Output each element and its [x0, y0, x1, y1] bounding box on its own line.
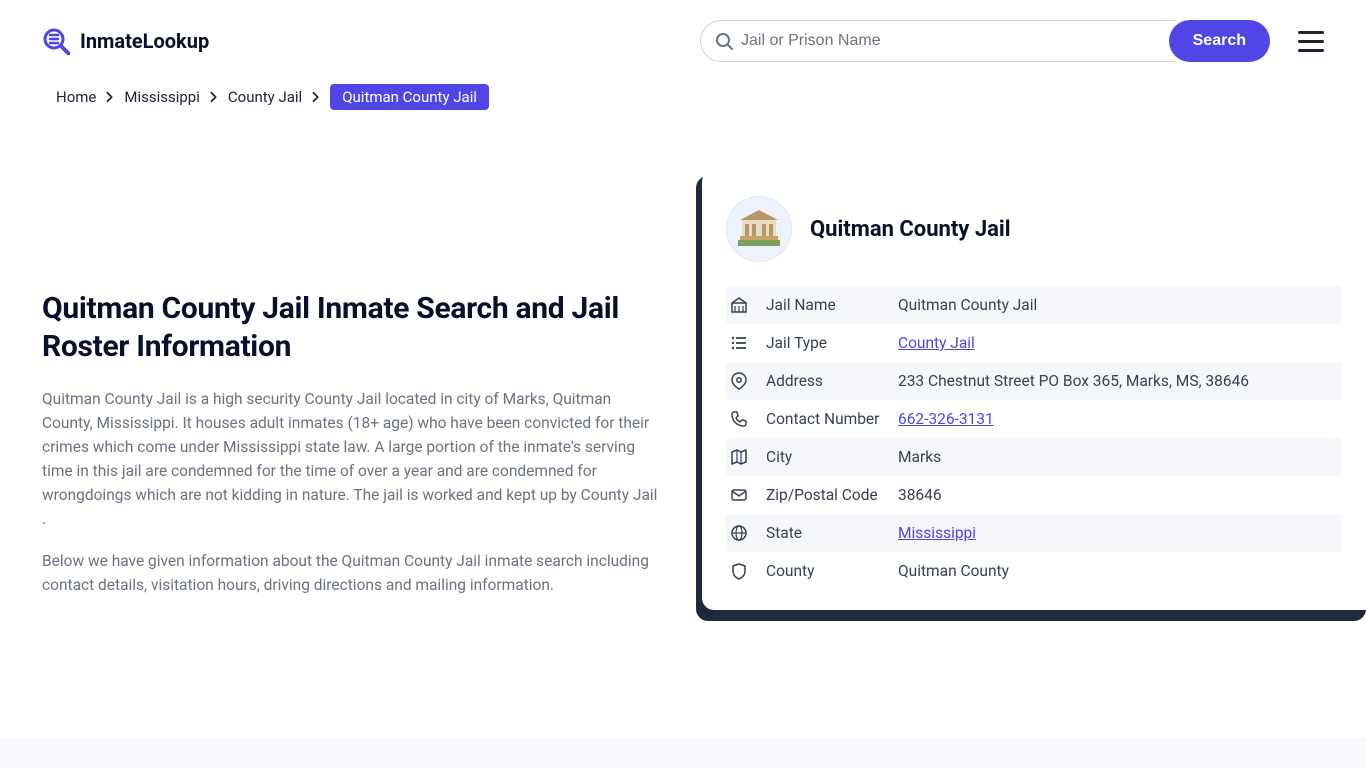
- info-label: City: [766, 448, 898, 466]
- info-label: Address: [766, 372, 898, 390]
- info-value: Marks: [898, 448, 941, 466]
- breadcrumb-link[interactable]: Home: [56, 88, 96, 106]
- info-value: 233 Chestnut Street PO Box 365, Marks, M…: [898, 372, 1249, 390]
- info-label: Jail Type: [766, 334, 898, 352]
- phone-icon: [730, 410, 748, 428]
- info-row: CountyQuitman County: [726, 552, 1342, 590]
- header-right: Search: [700, 20, 1324, 62]
- info-label: Contact Number: [766, 410, 898, 428]
- info-label: Jail Name: [766, 296, 898, 314]
- info-card: Quitman County Jail Jail NameQuitman Cou…: [702, 170, 1366, 610]
- card-header: Quitman County Jail: [726, 196, 1342, 262]
- shield-icon: [730, 562, 748, 580]
- chevron-right-icon: [208, 91, 220, 103]
- header: InmateLookup Search: [0, 0, 1366, 70]
- info-value: Quitman County: [898, 562, 1009, 580]
- globe-icon: [730, 524, 748, 542]
- breadcrumb-current: Quitman County Jail: [330, 84, 489, 110]
- info-value: Quitman County Jail: [898, 296, 1037, 314]
- main: Quitman County Jail Inmate Search and Ja…: [0, 110, 1366, 655]
- article-paragraph: Quitman County Jail is a high security C…: [42, 387, 662, 531]
- info-rows: Jail NameQuitman County JailJail TypeCou…: [726, 286, 1342, 590]
- logo[interactable]: InmateLookup: [42, 27, 209, 55]
- info-row: Jail NameQuitman County Jail: [726, 286, 1342, 324]
- breadcrumb: Home Mississippi County Jail Quitman Cou…: [0, 70, 1366, 110]
- logo-text: InmateLookup: [80, 29, 209, 53]
- info-row: Address233 Chestnut Street PO Box 365, M…: [726, 362, 1342, 400]
- hamburger-bar-icon: [1298, 40, 1324, 43]
- breadcrumb-link[interactable]: County Jail: [228, 88, 302, 106]
- mail-icon: [730, 486, 748, 504]
- info-label: Zip/Postal Code: [766, 486, 898, 504]
- card-title: Quitman County Jail: [810, 217, 1011, 242]
- courthouse-icon: [736, 206, 782, 252]
- pin-icon: [730, 372, 748, 390]
- info-value-link[interactable]: County Jail: [898, 334, 975, 352]
- hamburger-bar-icon: [1298, 31, 1324, 34]
- map-icon: [730, 448, 748, 466]
- info-row: StateMississippi: [726, 514, 1342, 552]
- menu-button[interactable]: [1298, 31, 1324, 52]
- info-row: Contact Number662-326-3131: [726, 400, 1342, 438]
- info-label: County: [766, 562, 898, 580]
- chevron-right-icon: [104, 91, 116, 103]
- footer: [0, 738, 1366, 768]
- info-row: CityMarks: [726, 438, 1342, 476]
- breadcrumb-link[interactable]: Mississippi: [124, 88, 200, 106]
- search-form: Search: [700, 20, 1270, 62]
- info-value-link[interactable]: Mississippi: [898, 524, 976, 542]
- hamburger-bar-icon: [1298, 49, 1324, 52]
- logo-icon: [42, 27, 70, 55]
- search-input[interactable]: [741, 32, 1161, 50]
- page-title: Quitman County Jail Inmate Search and Ja…: [42, 290, 662, 365]
- building-icon: [730, 296, 748, 314]
- chevron-right-icon: [310, 91, 322, 103]
- search-icon: [715, 32, 733, 50]
- article: Quitman County Jail Inmate Search and Ja…: [42, 170, 662, 615]
- jail-avatar: [726, 196, 792, 262]
- search-box[interactable]: [700, 20, 1175, 62]
- article-paragraph: Below we have given information about th…: [42, 549, 662, 597]
- search-button[interactable]: Search: [1169, 20, 1270, 62]
- info-value: 38646: [898, 486, 942, 504]
- list-icon: [730, 334, 748, 352]
- info-row: Zip/Postal Code38646: [726, 476, 1342, 514]
- info-label: State: [766, 524, 898, 542]
- info-row: Jail TypeCounty Jail: [726, 324, 1342, 362]
- info-value-link[interactable]: 662-326-3131: [898, 410, 994, 428]
- info-card-wrap: Quitman County Jail Jail NameQuitman Cou…: [702, 170, 1366, 615]
